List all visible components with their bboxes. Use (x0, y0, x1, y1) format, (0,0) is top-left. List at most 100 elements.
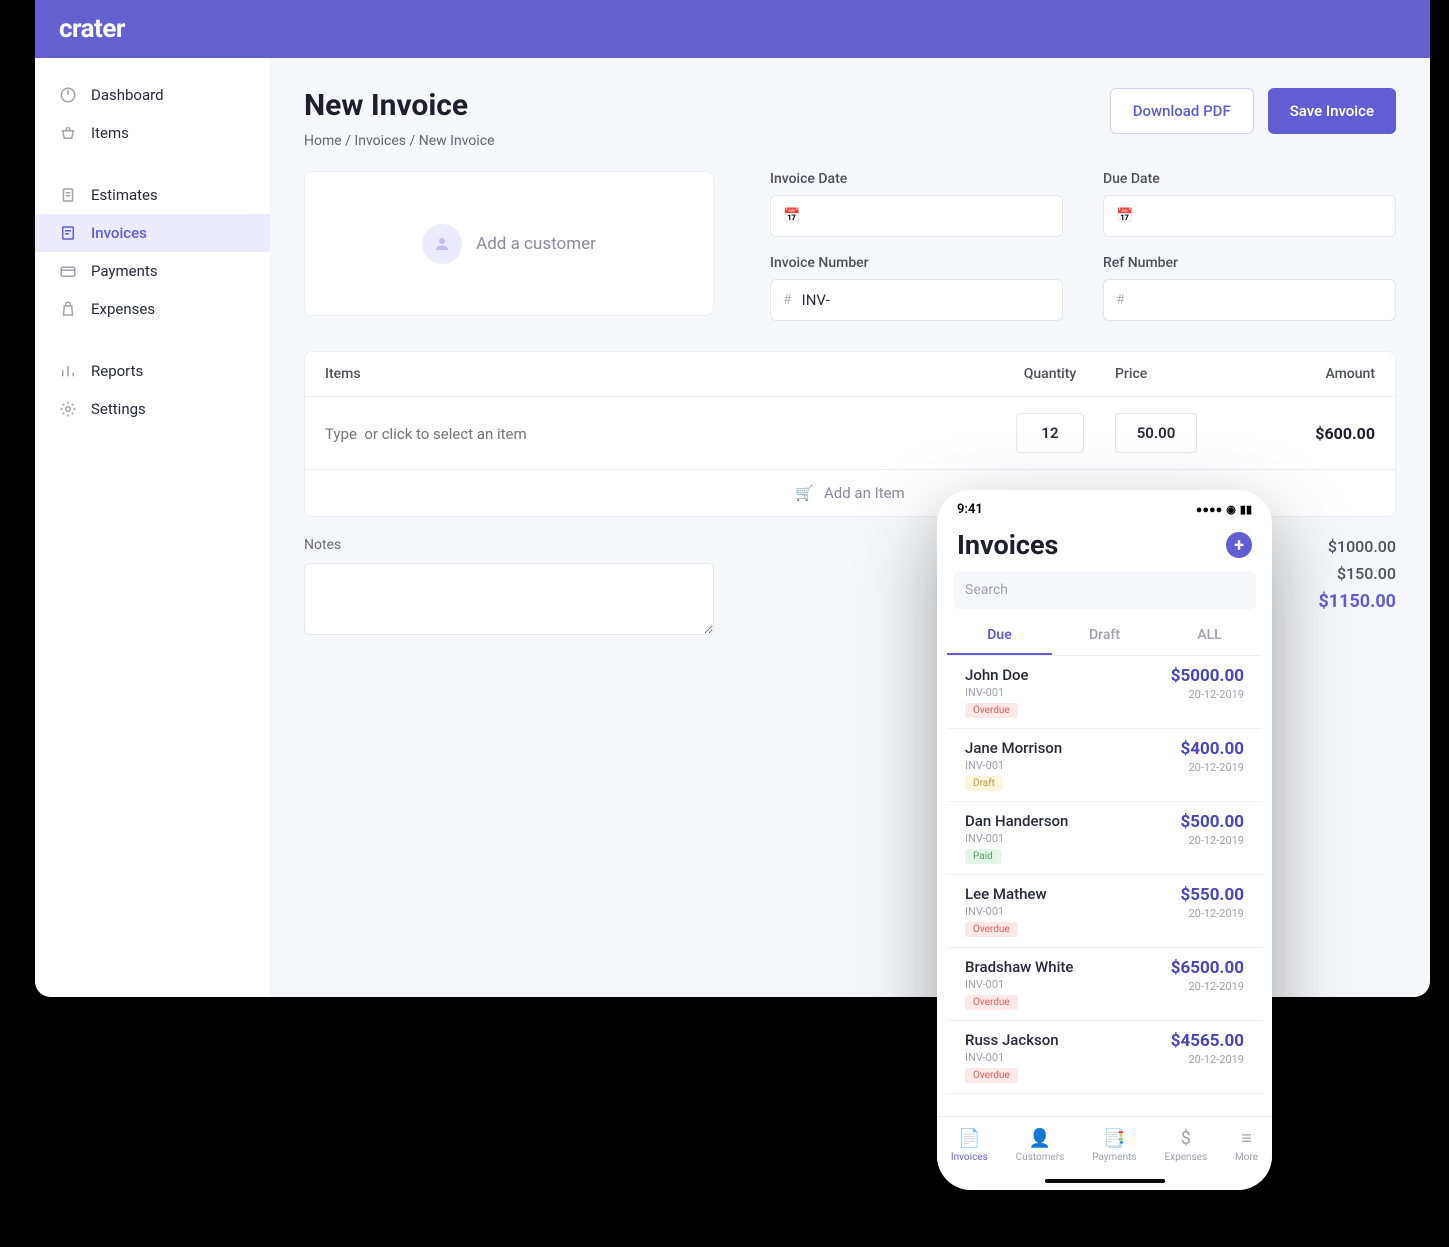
invoice-date-input[interactable]: 📅 (770, 195, 1063, 237)
topbar: crater (35, 0, 1430, 58)
crumb-invoices[interactable]: Invoices (354, 133, 406, 149)
gear-icon (59, 400, 77, 418)
sidebar-item-items[interactable]: Items (35, 114, 270, 152)
status-badge: Draft (965, 776, 1003, 791)
sidebar-item-settings[interactable]: Settings (35, 390, 270, 428)
status-badge: Overdue (965, 1068, 1018, 1083)
nav-invoices[interactable]: 📄Invoices (951, 1128, 988, 1163)
sidebar-label: Reports (91, 362, 143, 380)
calendar-icon: 📅 (783, 208, 800, 224)
add-invoice-button[interactable]: + (1226, 532, 1252, 558)
breadcrumb: Home / Invoices / New Invoice (304, 133, 495, 149)
doc-icon (59, 186, 77, 204)
invoice-number: INV-001 (965, 978, 1073, 991)
notes-textarea[interactable] (304, 563, 714, 635)
crumb-home[interactable]: Home (304, 133, 342, 149)
ref-number-label: Ref Number (1103, 255, 1396, 271)
sidebar-item-reports[interactable]: Reports (35, 352, 270, 390)
nav-payments[interactable]: 📑Payments (1092, 1128, 1136, 1163)
col-price: Price (1105, 366, 1225, 382)
invoice-amount: $5000.00 (1171, 666, 1244, 686)
nav-more[interactable]: ≡More (1235, 1128, 1258, 1163)
customer-name: Dan Handerson (965, 812, 1068, 830)
col-quantity: Quantity (995, 366, 1105, 382)
status-icons: ●●●● ◉ ▮▮ (1196, 503, 1252, 516)
status-badge: Overdue (965, 922, 1018, 937)
invoice-number: INV-001 (965, 1051, 1059, 1064)
due-date-input[interactable]: 📅 (1103, 195, 1396, 237)
status-badge: Overdue (965, 995, 1018, 1010)
sidebar-item-estimates[interactable]: Estimates (35, 176, 270, 214)
tab-all[interactable]: ALL (1157, 617, 1262, 655)
invoice-number: INV-001 (965, 759, 1062, 772)
add-item-label: Add an Item (824, 484, 905, 502)
invoice-row[interactable]: Lee Mathew INV-001 Overdue $550.00 20-12-201… (947, 875, 1262, 948)
add-customer-card[interactable]: Add a customer (304, 171, 714, 316)
invoice-amount: $550.00 (1181, 885, 1244, 905)
invoice-number-label: Invoice Number (770, 255, 1063, 271)
sidebar-item-payments[interactable]: Payments (35, 252, 270, 290)
sidebar-label: Estimates (91, 186, 158, 204)
qty-input[interactable]: 12 (1016, 413, 1084, 453)
calendar-icon: 📅 (1116, 208, 1133, 224)
battery-icon: ▮▮ (1240, 503, 1252, 516)
invoice-amount: $500.00 (1181, 812, 1244, 832)
status-badge: Paid (965, 849, 1001, 864)
invoice-number: INV-001 (965, 905, 1047, 918)
search-input[interactable]: Search (953, 571, 1256, 609)
cart-icon: 🛒 (795, 484, 814, 502)
brand-logo: crater (59, 14, 125, 44)
dashboard-icon (59, 86, 77, 104)
basket-icon (59, 124, 77, 142)
sidebar-item-expenses[interactable]: Expenses (35, 290, 270, 328)
payments-icon: 📑 (1103, 1128, 1125, 1149)
invoice-row[interactable]: Bradshaw WhiteINV-001Overdue$6500.0020-1… (947, 948, 1262, 1021)
col-amount: Amount (1225, 366, 1375, 382)
customer-name: Lee Mathew (965, 885, 1047, 903)
item-name-input[interactable] (325, 425, 995, 443)
customer-name: John Doe (965, 666, 1029, 684)
sidebar: Dashboard Items Estimates Invoices Payments… (35, 58, 270, 997)
invoice-amount: $4565.00 (1171, 1031, 1244, 1051)
invoice-row[interactable]: Russ JacksonINV-001Overdue$4565.0020-12-… (947, 1021, 1262, 1094)
invoice-row[interactable]: Jane Morrison INV-001 Draft $400.00 20-12-20… (947, 729, 1262, 802)
price-input[interactable]: 50.00 (1115, 413, 1197, 453)
bars-icon (59, 362, 77, 380)
customer-name: Jane Morrison (965, 739, 1062, 757)
page-title: New Invoice (304, 88, 495, 123)
download-pdf-button[interactable]: Download PDF (1110, 88, 1254, 134)
bag-icon (59, 300, 77, 318)
sidebar-label: Items (91, 124, 129, 142)
hash-icon: # (783, 292, 792, 308)
status-bar: 9:41 ●●●● ◉ ▮▮ (937, 490, 1272, 521)
invoice-date: 20-12-2019 (1181, 761, 1244, 774)
user-icon (422, 224, 462, 264)
sidebar-label: Expenses (91, 300, 155, 318)
invoice-date: 20-12-2019 (1181, 907, 1244, 920)
invoice-row[interactable]: John DoeINV-001Overdue$5000.0020-12-2019 (947, 656, 1262, 729)
nav-customers[interactable]: 👤Customers (1016, 1128, 1065, 1163)
invoice-date: 20-12-2019 (1171, 980, 1244, 993)
nav-expenses[interactable]: $Expenses (1164, 1128, 1207, 1163)
sidebar-item-dashboard[interactable]: Dashboard (35, 76, 270, 114)
mobile-title: Invoices (957, 529, 1058, 561)
notes-label: Notes (304, 537, 714, 553)
invoice-number: INV-001 (965, 686, 1029, 699)
add-customer-label: Add a customer (476, 234, 596, 254)
customer-name: Russ Jackson (965, 1031, 1059, 1049)
sidebar-item-invoices[interactable]: Invoices (35, 214, 270, 252)
invoice-date: 20-12-2019 (1181, 834, 1244, 847)
tab-draft[interactable]: Draft (1052, 617, 1157, 655)
tab-due[interactable]: Due (947, 617, 1052, 655)
invoice-icon (59, 224, 77, 242)
invoice-row[interactable]: Dan HandersonINV-001Paid$500.0020-12-201… (947, 802, 1262, 875)
customers-icon: 👤 (1029, 1128, 1051, 1149)
invoice-amount: $400.00 (1181, 739, 1244, 759)
sidebar-label: Invoices (91, 224, 147, 242)
ref-number-input[interactable]: # (1103, 279, 1396, 321)
invoice-number-input[interactable]: # (770, 279, 1063, 321)
hash-icon: # (1116, 292, 1125, 308)
save-invoice-button[interactable]: Save Invoice (1268, 88, 1396, 134)
sidebar-label: Settings (91, 400, 146, 418)
col-items: Items (325, 366, 995, 382)
